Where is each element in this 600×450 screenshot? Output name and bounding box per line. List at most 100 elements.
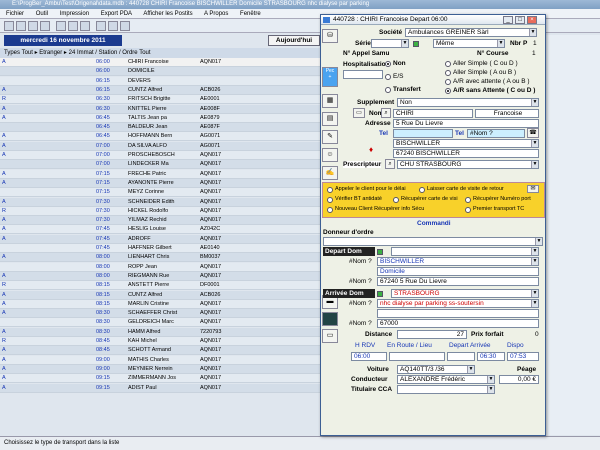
supplement-select[interactable]: Non ▼ xyxy=(397,98,539,107)
arrivee-checkbox[interactable] xyxy=(377,291,383,297)
table-row[interactable]: 07:45 HAFFNER Gilbert AE0140 xyxy=(0,244,321,253)
donneur-select[interactable]: ▼ xyxy=(323,237,543,246)
table-row[interactable]: R 06:30 FRITSCH Brigitte AE0001 xyxy=(0,95,321,105)
menu-outil[interactable]: Outil xyxy=(36,11,48,17)
table-row[interactable]: A 09:00 MEYNIER Nerrein AQN017 xyxy=(0,364,321,374)
table-row[interactable]: A 09:00 MATHIS Charles AQN017 xyxy=(0,355,321,365)
opt-recup-num-radio[interactable] xyxy=(465,197,471,203)
date-selector[interactable]: mercredi 16 novembre 2011 xyxy=(4,35,122,46)
filter-icon[interactable] xyxy=(56,21,66,31)
tel-input[interactable] xyxy=(393,129,453,138)
table-row[interactable]: A 07:45 ADROFF AQN017 xyxy=(0,234,321,244)
table-row[interactable]: 07:15 MEYZ Corinne AQN017 xyxy=(0,188,321,198)
close-icon[interactable]: × xyxy=(527,16,537,24)
depart-select[interactable]: ▼ xyxy=(391,247,539,256)
adresse-input[interactable]: 5 Rue Du Lievre xyxy=(393,119,539,128)
table-row[interactable]: R 08:45 KAH Michel AQN017 xyxy=(0,337,321,346)
table-row[interactable]: A 08:15 CUNTZ Alfred ACB026 xyxy=(0,290,321,300)
table-row[interactable]: A 09:15 ADIST Paul AQN017 xyxy=(0,383,321,393)
time-enroute-input[interactable] xyxy=(389,352,445,361)
table-row[interactable]: A 08:30 SCHAEFFER Christ AQN017 xyxy=(0,309,321,319)
open-icon[interactable] xyxy=(16,21,26,31)
table-row[interactable]: A 06:45 TALTIS Jean pa AE0879 xyxy=(0,113,321,123)
radio-ar-attente[interactable] xyxy=(445,79,451,85)
table-row[interactable]: 06:45 BALDEUR Jean AE087F xyxy=(0,123,321,133)
refresh-icon[interactable] xyxy=(68,21,78,31)
radio-aller-simple-ab[interactable] xyxy=(445,70,451,76)
radio-aller-simple-cd[interactable] xyxy=(445,61,451,67)
table-row[interactable]: 07:00 LINDECKER Ma AQN017 xyxy=(0,160,321,170)
radio-es[interactable] xyxy=(385,74,391,80)
calendar-icon[interactable]: ▦ xyxy=(322,94,338,108)
table-row[interactable]: A 06:15 CUNTZ Alfred ACB026 xyxy=(0,85,321,95)
search-icon[interactable]: ⌕ xyxy=(381,108,391,118)
road-icon[interactable] xyxy=(322,312,338,326)
menu-impression[interactable]: Impression xyxy=(60,11,89,17)
serie-checkbox[interactable] xyxy=(413,41,419,47)
table-row[interactable]: 08:00 ROPP Jean AQN017 xyxy=(0,262,321,272)
table-row[interactable]: A 07:30 YILMAZ Rechid AQN017 xyxy=(0,216,321,226)
menu-fichier[interactable]: Fichier xyxy=(6,11,24,17)
time-depart-input[interactable] xyxy=(447,352,475,361)
table-row[interactable]: A 07:15 AYANONTE Pierre AQN017 xyxy=(0,178,321,188)
ville-select[interactable]: BISCHWILLER ▼ xyxy=(393,139,539,148)
time-dispo-input[interactable]: 07:53 xyxy=(507,352,539,361)
titulaire-select[interactable]: ▼ xyxy=(397,385,495,394)
table-row[interactable]: R 07:30 HICKEL Rodolfo AQN017 xyxy=(0,206,321,216)
table-row[interactable]: A 08:15 MARLIN Cristine AQN017 xyxy=(0,299,321,309)
distance-input[interactable]: 27 xyxy=(397,330,467,339)
monitor-icon[interactable]: ▭ xyxy=(322,329,338,343)
table-row[interactable]: A 07:45 HESLIG Louise AZ042C xyxy=(0,225,321,235)
search-icon[interactable]: ⌕ xyxy=(385,159,395,169)
opt-premier-radio[interactable] xyxy=(465,207,471,213)
conducteur-select[interactable]: ALEXANDRE Frédéric ▼ xyxy=(397,375,495,384)
new-icon[interactable] xyxy=(4,21,14,31)
settings-icon[interactable] xyxy=(120,21,130,31)
arrivee-lieu-select[interactable]: nhc dialyse par parking ss-soutersin ▼ xyxy=(377,299,539,308)
table-row[interactable]: A 06:00 CHIRI Francoise AQN017 xyxy=(0,58,321,67)
user-icon[interactable] xyxy=(96,21,106,31)
depart-adresse-input[interactable]: 67240 5 Rue Du Lievre xyxy=(377,277,539,286)
opt-verifier-radio[interactable] xyxy=(327,197,333,203)
save-icon[interactable] xyxy=(28,21,38,31)
patient-icon[interactable]: ☺ xyxy=(322,148,338,162)
mail-icon[interactable]: ✉ xyxy=(527,185,539,193)
opt-appeler-radio[interactable] xyxy=(327,187,333,193)
edit-note-icon[interactable]: ✍ xyxy=(322,166,338,180)
prenom-input[interactable]: Francoise xyxy=(475,109,539,118)
maximize-icon[interactable]: □ xyxy=(515,16,525,24)
arrivee-ville-select[interactable]: STRASBOURG ▼ xyxy=(391,289,539,298)
serie-select[interactable]: ▼ xyxy=(371,39,409,48)
table-row[interactable]: 06:00 DOMICILE xyxy=(0,67,321,77)
radio-ar-sans[interactable] xyxy=(445,88,451,94)
menu-fenetre[interactable]: Fenêtre xyxy=(240,11,261,17)
peage-input[interactable]: 0,00 € xyxy=(499,375,539,384)
phone-icon[interactable]: ☎ xyxy=(527,128,539,138)
societe-select[interactable]: Ambulances GREINER Sàrl ▼ xyxy=(405,28,537,37)
opt-carte-radio[interactable] xyxy=(419,187,425,193)
document-icon[interactable]: ▤ xyxy=(322,112,338,126)
pec-button[interactable]: Pec + xyxy=(322,67,338,87)
hospitalisation-field[interactable] xyxy=(343,70,383,79)
table-row[interactable]: 06:15 DEVERS xyxy=(0,76,321,86)
prescripteur-select[interactable]: CHU STRASBOURG ▼ xyxy=(397,160,539,169)
tel2-input[interactable]: #Nom ? xyxy=(467,129,525,138)
radio-transfert[interactable] xyxy=(385,87,391,93)
save-icon[interactable]: ⛁ xyxy=(322,29,338,43)
print-icon[interactable] xyxy=(40,21,50,31)
depart-ville-select[interactable]: BISCHWILLER ▼ xyxy=(377,257,539,266)
table-row[interactable]: A 07:00 DA SILVA ALFO AG0071 xyxy=(0,141,321,151)
time-arrivee-input[interactable]: 06:30 xyxy=(477,352,505,361)
minimize-icon[interactable]: _ xyxy=(503,16,513,24)
ville-cp-input[interactable]: 67240 BISCHWILLER xyxy=(393,149,539,158)
calendar-icon[interactable] xyxy=(80,21,90,31)
table-row[interactable]: R 08:15 ANSTETT Pierre DF0001 xyxy=(0,281,321,291)
meme-select[interactable]: Même ▼ xyxy=(433,39,505,48)
opt-recup-carte-radio[interactable] xyxy=(393,197,399,203)
card-icon[interactable]: ▭ xyxy=(353,108,365,118)
table-row[interactable]: A 08:45 SCHOTT Armand AQN017 xyxy=(0,346,321,356)
arrivee-extra-input[interactable] xyxy=(377,309,539,318)
edit-icon[interactable]: ✎ xyxy=(322,130,338,144)
table-row[interactable]: 08:30 GELDREICH Marc AQN017 xyxy=(0,318,321,328)
car-icon[interactable] xyxy=(108,21,118,31)
